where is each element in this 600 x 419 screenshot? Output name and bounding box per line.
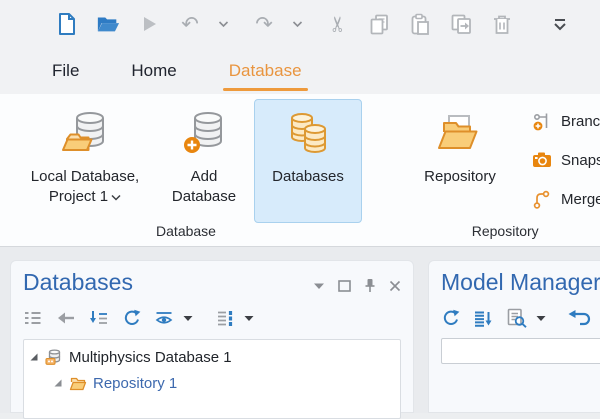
local-database-button[interactable]: Local Database,Project 1 [10, 99, 160, 223]
expand-triangle-icon[interactable] [53, 378, 63, 388]
run-icon[interactable] [137, 12, 161, 36]
tree-row-label: Repository 1 [93, 375, 177, 392]
redo-dropdown-icon[interactable] [285, 12, 309, 36]
snapshot-camera-icon [532, 150, 552, 170]
merge-button[interactable]: Merge [532, 189, 600, 209]
add-database-label: AddDatabase [172, 167, 236, 206]
databases-panel-window-controls [313, 278, 401, 293]
databases-panel: Databases [10, 260, 414, 413]
go-to-node-icon[interactable] [89, 309, 109, 327]
merge-label: Merge [561, 191, 600, 208]
undo-back-icon[interactable] [567, 309, 591, 327]
panel-pin-icon[interactable] [364, 278, 376, 293]
add-database-button[interactable]: AddDatabase [160, 99, 248, 223]
refresh-icon[interactable] [441, 309, 460, 328]
ribbon-tabs: File Home Database [0, 48, 600, 94]
group-label-repository: Repository [386, 223, 600, 246]
delete-icon[interactable] [490, 12, 514, 36]
branch-button[interactable]: Branch [532, 111, 600, 131]
ribbon-group-database: Local Database,Project 1 AddDatabase [10, 99, 362, 246]
panel-float-icon[interactable] [338, 280, 351, 292]
model-manager-panel-title: Model Manager [441, 269, 600, 296]
database-with-folder-icon [60, 107, 110, 163]
databases-panel-toolbar [23, 307, 401, 329]
panel-collapse-icon[interactable] [313, 282, 325, 290]
chevron-down-icon [111, 194, 121, 201]
branch-label: Branch [561, 113, 600, 130]
tab-database[interactable]: Database [227, 55, 304, 87]
duplicate-icon[interactable] [449, 12, 473, 36]
ribbon: Local Database,Project 1 AddDatabase [0, 94, 600, 247]
tab-home[interactable]: Home [129, 55, 178, 87]
tree-row-multiphysics-database[interactable]: Multiphysics Database 1 [29, 344, 395, 370]
paste-icon[interactable] [408, 12, 432, 36]
find-dropdown-icon[interactable] [536, 315, 546, 322]
local-database-label: Local Database,Project 1 [31, 167, 139, 206]
repository-label: Repository [424, 167, 496, 187]
model-manager-toolbar [441, 307, 600, 329]
cut-icon[interactable]: ✂ [326, 12, 350, 36]
columns-dropdown-icon[interactable] [244, 315, 254, 322]
databases-button[interactable]: Databases [254, 99, 362, 223]
branch-add-icon [532, 111, 552, 131]
refresh-icon[interactable] [122, 309, 141, 328]
find-in-document-icon[interactable] [506, 308, 527, 328]
repository-folder-icon [69, 375, 87, 392]
copy-icon[interactable] [367, 12, 391, 36]
show-dropdown-icon[interactable] [183, 315, 193, 322]
workspace: Databases [0, 247, 600, 413]
group-label-database: Database [10, 223, 362, 246]
databases-label: Databases [272, 167, 344, 187]
repository-open-folder-icon [435, 107, 485, 163]
model-manager-panel: Model Manager [428, 260, 600, 413]
columns-icon[interactable] [216, 309, 235, 327]
database-server-icon [45, 348, 63, 366]
open-file-icon[interactable] [96, 12, 120, 36]
redo-icon[interactable]: ↷ [252, 12, 276, 36]
undo-dropdown-icon[interactable] [211, 12, 235, 36]
collapse-ribbon-icon[interactable] [548, 12, 572, 36]
snapshot-button[interactable]: Snapshot [532, 150, 600, 170]
snapshot-label: Snapshot [561, 152, 600, 169]
tab-file[interactable]: File [50, 55, 81, 87]
database-add-icon [181, 107, 227, 163]
tree-row-repository-1[interactable]: Repository 1 [29, 370, 395, 396]
go-back-icon[interactable] [56, 310, 76, 326]
model-manager-search-input[interactable] [441, 338, 600, 364]
expand-triangle-icon[interactable] [29, 352, 39, 362]
show-options-icon[interactable] [154, 310, 174, 327]
undo-icon[interactable]: ↶ [178, 12, 202, 36]
new-file-icon[interactable] [55, 12, 79, 36]
repository-small-buttons: Branch Snapshot [532, 99, 600, 223]
database-coins-stack-icon [283, 107, 333, 163]
sort-list-icon[interactable] [473, 309, 493, 328]
tree-row-label: Multiphysics Database 1 [69, 349, 232, 366]
databases-panel-title: Databases [23, 269, 133, 296]
ribbon-group-repository: Repository Branch [386, 99, 600, 246]
repository-button[interactable]: Repository [408, 99, 512, 223]
quick-access-toolbar: ↶ ↷ ✂ [0, 0, 600, 48]
panel-close-icon[interactable] [389, 280, 401, 292]
collapse-all-icon[interactable] [23, 309, 43, 327]
merge-icon [532, 189, 552, 209]
databases-tree: Multiphysics Database 1 Repository 1 [23, 339, 401, 419]
